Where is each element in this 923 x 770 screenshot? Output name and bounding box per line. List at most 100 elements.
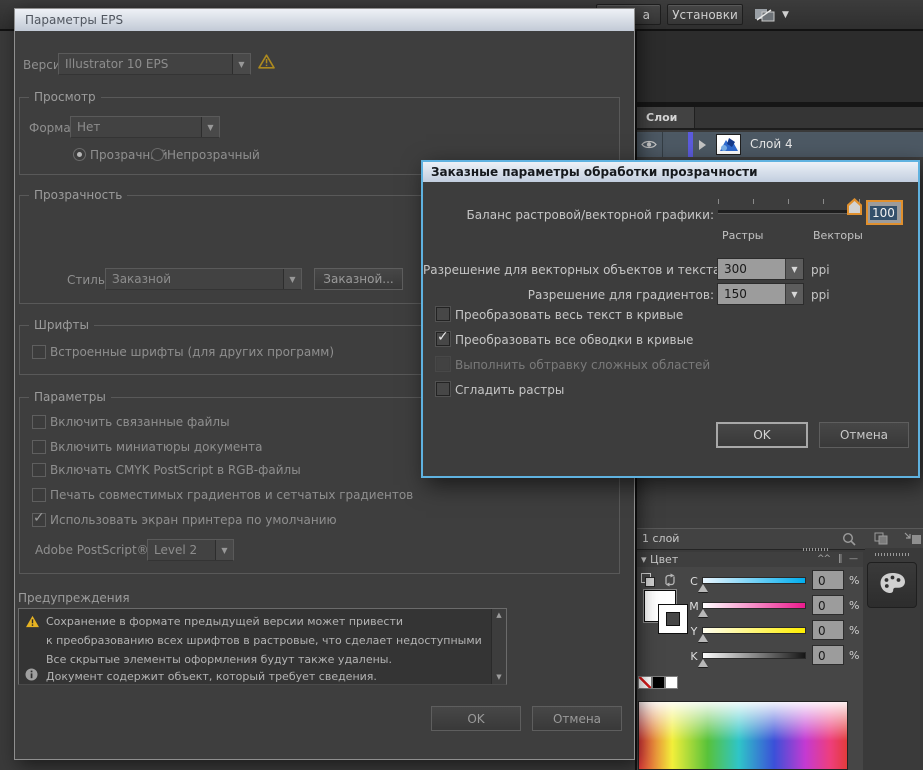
stroke-swatch-hole bbox=[666, 612, 680, 626]
layer-row[interactable]: Слой 4 bbox=[637, 132, 923, 158]
yellow-slider-thumb[interactable] bbox=[698, 634, 708, 642]
eps-dialog-title: Параметры EPS bbox=[25, 13, 124, 27]
strokes-to-outlines-checkbox[interactable] bbox=[436, 329, 450, 346]
format-dropdown[interactable]: Нет bbox=[70, 116, 220, 138]
balance-value: 100 bbox=[870, 205, 897, 220]
swap-fill-stroke-icon[interactable] bbox=[663, 573, 677, 590]
version-dropdown[interactable]: Illustrator 10 EPS bbox=[58, 53, 251, 75]
black-slider-thumb[interactable] bbox=[698, 659, 708, 667]
include-linked-files-label[interactable]: Включить связанные файлы bbox=[50, 415, 230, 429]
text-resolution-dropdown[interactable]: 300 bbox=[717, 258, 804, 280]
radio-opaque-label[interactable]: Непрозрачный bbox=[167, 148, 260, 162]
gradient-resolution-dropdown[interactable]: 150 bbox=[717, 283, 804, 305]
arrange-documents-caret-icon[interactable]: ▼ bbox=[782, 10, 789, 20]
eps-ok-button[interactable]: OK bbox=[431, 706, 521, 731]
include-cmyk-postscript-checkbox[interactable] bbox=[32, 463, 46, 477]
minimize-panel-icon[interactable]: — bbox=[849, 554, 858, 564]
radio-opaque[interactable] bbox=[151, 148, 164, 161]
yellow-value-field[interactable]: 0 bbox=[812, 620, 844, 640]
layer-expand-triangle-icon[interactable] bbox=[699, 140, 706, 150]
default-printer-screen-checkbox[interactable] bbox=[32, 510, 46, 527]
transparency-group-legend: Прозрачность bbox=[29, 188, 128, 203]
layer-visibility-cell[interactable] bbox=[637, 132, 663, 157]
balance-slider-track[interactable] bbox=[718, 210, 860, 214]
black-value-field[interactable]: 0 bbox=[812, 645, 844, 665]
collect-layer-icon[interactable] bbox=[904, 532, 921, 546]
style-label: Стиль: bbox=[67, 273, 109, 287]
collapse-panel-icon[interactable]: ^^ bbox=[817, 554, 831, 564]
balance-slider-thumb[interactable] bbox=[847, 198, 862, 215]
eye-icon[interactable] bbox=[641, 139, 657, 153]
cyan-slider-track[interactable] bbox=[702, 577, 806, 584]
clipping-mask-icon[interactable] bbox=[874, 532, 890, 546]
flattener-body: Баланс растровой/векторной графики: 100 … bbox=[423, 182, 918, 476]
text-to-outlines-checkbox[interactable] bbox=[436, 307, 450, 321]
warning-line: Все скрытые элементы оформления будут та… bbox=[46, 653, 392, 666]
black-swatch[interactable] bbox=[652, 676, 665, 689]
color-panel-dock-button[interactable] bbox=[867, 562, 917, 608]
include-cmyk-postscript-label[interactable]: Включать CMYK PostScript в RGB-файлы bbox=[50, 463, 301, 477]
antialias-rasters-label[interactable]: Сгладить растры bbox=[455, 383, 564, 397]
arrange-documents-icon[interactable] bbox=[754, 7, 776, 26]
palette-icon bbox=[879, 572, 906, 598]
color-spectrum[interactable] bbox=[638, 701, 848, 770]
radio-transparent[interactable] bbox=[73, 148, 86, 161]
balance-value-field[interactable]: 100 bbox=[866, 200, 903, 225]
embed-fonts-label[interactable]: Встроенные шрифты (для других программ) bbox=[50, 345, 334, 359]
include-thumbnails-checkbox[interactable] bbox=[32, 440, 46, 454]
tab-color[interactable]: ▾ Цвет bbox=[641, 553, 678, 566]
strokes-to-outlines-label[interactable]: Преобразовать все обводки в кривые bbox=[455, 333, 693, 347]
style-dropdown[interactable]: Заказной bbox=[105, 268, 302, 290]
flattener-cancel-label: Отмена bbox=[839, 428, 889, 442]
magenta-slider-track[interactable] bbox=[702, 602, 806, 609]
scroll-down-icon[interactable] bbox=[492, 671, 506, 684]
dock-drag-handle-icon[interactable] bbox=[875, 553, 911, 556]
text-resolution-unit: ppi bbox=[811, 263, 830, 277]
black-slider-track[interactable] bbox=[702, 652, 806, 659]
dropdown-arrow-icon bbox=[785, 284, 803, 304]
layers-count-label: 1 слой bbox=[642, 532, 680, 545]
antialias-rasters-checkbox[interactable] bbox=[436, 382, 450, 396]
tab-layers[interactable]: Слои bbox=[637, 107, 695, 128]
layer-thumbnail[interactable] bbox=[716, 134, 741, 155]
compatible-gradients-label[interactable]: Печать совместимых градиентов и сетчатых… bbox=[50, 488, 413, 502]
cyan-slider-thumb[interactable] bbox=[698, 584, 708, 592]
custom-flattener-button[interactable]: Заказной... bbox=[314, 268, 403, 290]
default-printer-screen-label[interactable]: Использовать экран принтера по умолчанию bbox=[50, 513, 337, 527]
warnings-scrollbar[interactable] bbox=[491, 609, 506, 684]
layer-color-strip bbox=[688, 132, 693, 157]
include-thumbnails-label[interactable]: Включить миниатюры документа bbox=[50, 440, 262, 454]
embed-fonts-checkbox[interactable] bbox=[32, 345, 46, 359]
presets-button[interactable]: Установки bbox=[667, 4, 743, 25]
magenta-value-field[interactable]: 0 bbox=[812, 595, 844, 615]
locate-object-icon[interactable] bbox=[842, 532, 858, 546]
text-to-outlines-label[interactable]: Преобразовать весь текст в кривые bbox=[455, 308, 683, 322]
panel-drag-handle-icon[interactable] bbox=[803, 548, 829, 551]
flattener-cancel-button[interactable]: Отмена bbox=[819, 422, 909, 448]
none-swatch[interactable] bbox=[638, 676, 652, 689]
include-linked-files-checkbox[interactable] bbox=[32, 415, 46, 429]
flattener-title-bar[interactable]: Заказные параметры обработки прозрачност… bbox=[423, 162, 918, 182]
yellow-slider-track[interactable] bbox=[702, 627, 806, 634]
panel-divider-icon: ‖ bbox=[838, 554, 842, 564]
stroke-swatch[interactable] bbox=[658, 604, 688, 634]
black-unit: % bbox=[849, 649, 860, 662]
layer-lock-cell[interactable] bbox=[662, 132, 689, 157]
eps-cancel-button[interactable]: Отмена bbox=[532, 706, 622, 731]
default-fill-stroke-icon[interactable] bbox=[641, 573, 656, 588]
postscript-dropdown[interactable]: Level 2 bbox=[147, 539, 234, 561]
magenta-slider-thumb[interactable] bbox=[698, 609, 708, 617]
eps-dialog-title-bar[interactable]: Параметры EPS bbox=[15, 9, 634, 31]
balance-label: Баланс растровой/векторной графики: bbox=[466, 208, 714, 222]
flattener-ok-button[interactable]: OK bbox=[716, 422, 808, 448]
cyan-value-field[interactable]: 0 bbox=[812, 570, 844, 590]
dropdown-arrow-icon bbox=[283, 269, 301, 289]
dropdown-arrow-icon bbox=[785, 259, 803, 279]
version-value: Illustrator 10 EPS bbox=[65, 57, 169, 71]
magenta-value: 0 bbox=[818, 599, 826, 613]
warning-line: Документ содержит объект, который требуе… bbox=[46, 670, 377, 683]
flattener-ok-label: OK bbox=[753, 428, 771, 442]
scroll-up-icon[interactable] bbox=[492, 609, 506, 622]
compatible-gradients-checkbox[interactable] bbox=[32, 488, 46, 502]
white-swatch[interactable] bbox=[665, 676, 678, 689]
